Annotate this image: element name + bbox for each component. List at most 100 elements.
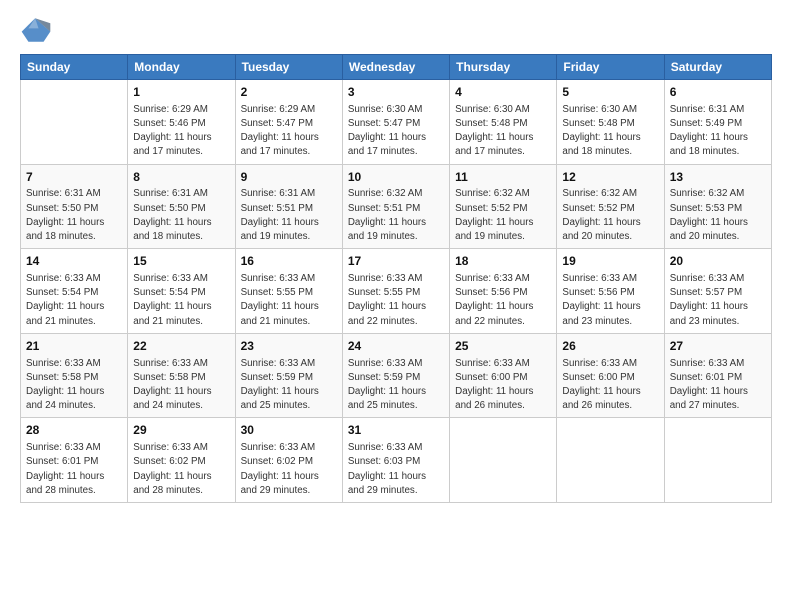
day-number: 31 [348, 422, 444, 439]
day-info: Sunrise: 6:33 AMSunset: 5:59 PMDaylight:… [348, 357, 444, 414]
day-info: Sunrise: 6:31 AMSunset: 5:50 PMDaylight:… [133, 187, 229, 244]
calendar-cell: 3Sunrise: 6:30 AMSunset: 5:47 PMDaylight… [342, 80, 449, 165]
calendar-cell: 9Sunrise: 6:31 AMSunset: 5:51 PMDaylight… [235, 164, 342, 249]
day-info: Sunrise: 6:29 AMSunset: 5:46 PMDaylight:… [133, 103, 229, 160]
day-number: 12 [562, 169, 658, 186]
day-info: Sunrise: 6:33 AMSunset: 5:58 PMDaylight:… [26, 357, 122, 414]
calendar-week-row: 21 Sunrise: 6:33 AMSunset: 5:58 PMDayligh… [21, 333, 772, 418]
day-info: Sunrise: 6:32 AMSunset: 5:52 PMDaylight:… [455, 187, 551, 244]
page: SundayMondayTuesdayWednesdayThursdayFrid… [0, 0, 792, 612]
calendar-cell: 19 Sunrise: 6:33 AMSunset: 5:56 PMDayligh… [557, 249, 664, 334]
day-number: 5 [562, 84, 658, 101]
day-number: 14 [26, 253, 122, 270]
day-number: 19 [562, 253, 658, 270]
day-info: Sunrise: 6:33 AMSunset: 5:54 PMDaylight:… [26, 272, 122, 329]
day-info: Sunrise: 6:31 AMSunset: 5:51 PMDaylight:… [241, 187, 337, 244]
day-number: 23 [241, 338, 337, 355]
day-number: 13 [670, 169, 766, 186]
calendar-cell: 28 Sunrise: 6:33 AMSunset: 6:01 PMDayligh… [21, 418, 128, 503]
day-info: Sunrise: 6:31 AMSunset: 5:49 PMDaylight:… [670, 103, 766, 160]
day-number: 26 [562, 338, 658, 355]
calendar-cell: 1 Sunrise: 6:29 AMSunset: 5:46 PMDaylight… [128, 80, 235, 165]
day-number: 28 [26, 422, 122, 439]
day-info: Sunrise: 6:33 AMSunset: 5:58 PMDaylight:… [133, 357, 229, 414]
header-tuesday: Tuesday [235, 55, 342, 80]
day-info: Sunrise: 6:33 AMSunset: 6:01 PMDaylight:… [670, 357, 766, 414]
calendar-cell: 8Sunrise: 6:31 AMSunset: 5:50 PMDaylight… [128, 164, 235, 249]
day-number: 18 [455, 253, 551, 270]
calendar-header-row: SundayMondayTuesdayWednesdayThursdayFrid… [21, 55, 772, 80]
day-number: 11 [455, 169, 551, 186]
calendar-cell: 27 Sunrise: 6:33 AMSunset: 6:01 PMDayligh… [664, 333, 771, 418]
day-number: 8 [133, 169, 229, 186]
day-info: Sunrise: 6:33 AMSunset: 6:02 PMDaylight:… [133, 441, 229, 498]
calendar-cell: 21 Sunrise: 6:33 AMSunset: 5:58 PMDayligh… [21, 333, 128, 418]
day-info: Sunrise: 6:33 AMSunset: 5:56 PMDaylight:… [455, 272, 551, 329]
day-number: 4 [455, 84, 551, 101]
calendar-week-row: 1 Sunrise: 6:29 AMSunset: 5:46 PMDaylight… [21, 80, 772, 165]
day-number: 1 [133, 84, 229, 101]
calendar-week-row: 7Sunrise: 6:31 AMSunset: 5:50 PMDaylight… [21, 164, 772, 249]
day-number: 25 [455, 338, 551, 355]
day-info: Sunrise: 6:30 AMSunset: 5:48 PMDaylight:… [455, 103, 551, 160]
calendar-cell: 25 Sunrise: 6:33 AMSunset: 6:00 PMDayligh… [450, 333, 557, 418]
header-friday: Friday [557, 55, 664, 80]
header-sunday: Sunday [21, 55, 128, 80]
day-info: Sunrise: 6:33 AMSunset: 5:54 PMDaylight:… [133, 272, 229, 329]
day-info: Sunrise: 6:33 AMSunset: 5:56 PMDaylight:… [562, 272, 658, 329]
logo-icon [20, 16, 52, 44]
calendar-cell: 5 Sunrise: 6:30 AMSunset: 5:48 PMDaylight… [557, 80, 664, 165]
day-number: 27 [670, 338, 766, 355]
calendar-cell: 6 Sunrise: 6:31 AMSunset: 5:49 PMDaylight… [664, 80, 771, 165]
calendar-week-row: 14 Sunrise: 6:33 AMSunset: 5:54 PMDayligh… [21, 249, 772, 334]
header [20, 16, 772, 44]
calendar-table: SundayMondayTuesdayWednesdayThursdayFrid… [20, 54, 772, 503]
calendar-cell: 31 Sunrise: 6:33 AMSunset: 6:03 PMDayligh… [342, 418, 449, 503]
header-monday: Monday [128, 55, 235, 80]
calendar-cell: 30 Sunrise: 6:33 AMSunset: 6:02 PMDayligh… [235, 418, 342, 503]
day-number: 6 [670, 84, 766, 101]
day-number: 20 [670, 253, 766, 270]
calendar-cell [664, 418, 771, 503]
calendar-cell: 16 Sunrise: 6:33 AMSunset: 5:55 PMDayligh… [235, 249, 342, 334]
calendar-cell: 11Sunrise: 6:32 AMSunset: 5:52 PMDayligh… [450, 164, 557, 249]
day-info: Sunrise: 6:33 AMSunset: 6:03 PMDaylight:… [348, 441, 444, 498]
day-number: 21 [26, 338, 122, 355]
calendar-cell: 29 Sunrise: 6:33 AMSunset: 6:02 PMDayligh… [128, 418, 235, 503]
calendar-cell [557, 418, 664, 503]
calendar-cell: 18 Sunrise: 6:33 AMSunset: 5:56 PMDayligh… [450, 249, 557, 334]
day-number: 22 [133, 338, 229, 355]
calendar-cell: 24 Sunrise: 6:33 AMSunset: 5:59 PMDayligh… [342, 333, 449, 418]
day-number: 7 [26, 169, 122, 186]
day-number: 2 [241, 84, 337, 101]
day-number: 24 [348, 338, 444, 355]
calendar-cell: 20 Sunrise: 6:33 AMSunset: 5:57 PMDayligh… [664, 249, 771, 334]
day-info: Sunrise: 6:33 AMSunset: 6:00 PMDaylight:… [455, 357, 551, 414]
day-number: 16 [241, 253, 337, 270]
calendar-cell: 4 Sunrise: 6:30 AMSunset: 5:48 PMDaylight… [450, 80, 557, 165]
day-info: Sunrise: 6:33 AMSunset: 6:00 PMDaylight:… [562, 357, 658, 414]
day-number: 9 [241, 169, 337, 186]
day-number: 29 [133, 422, 229, 439]
calendar-cell: 12Sunrise: 6:32 AMSunset: 5:52 PMDayligh… [557, 164, 664, 249]
day-number: 10 [348, 169, 444, 186]
calendar-cell: 17 Sunrise: 6:33 AMSunset: 5:55 PMDayligh… [342, 249, 449, 334]
day-info: Sunrise: 6:33 AMSunset: 5:57 PMDaylight:… [670, 272, 766, 329]
day-info: Sunrise: 6:33 AMSunset: 6:02 PMDaylight:… [241, 441, 337, 498]
calendar-cell: 22 Sunrise: 6:33 AMSunset: 5:58 PMDayligh… [128, 333, 235, 418]
calendar-cell: 23Sunrise: 6:33 AMSunset: 5:59 PMDayligh… [235, 333, 342, 418]
day-info: Sunrise: 6:31 AMSunset: 5:50 PMDaylight:… [26, 187, 122, 244]
day-number: 30 [241, 422, 337, 439]
day-number: 17 [348, 253, 444, 270]
day-info: Sunrise: 6:32 AMSunset: 5:51 PMDaylight:… [348, 187, 444, 244]
day-info: Sunrise: 6:33 AMSunset: 5:55 PMDaylight:… [348, 272, 444, 329]
day-info: Sunrise: 6:30 AMSunset: 5:48 PMDaylight:… [562, 103, 658, 160]
logo [20, 16, 56, 44]
day-info: Sunrise: 6:33 AMSunset: 5:55 PMDaylight:… [241, 272, 337, 329]
header-thursday: Thursday [450, 55, 557, 80]
day-info: Sunrise: 6:30 AMSunset: 5:47 PMDaylight:… [348, 103, 444, 160]
day-info: Sunrise: 6:32 AMSunset: 5:53 PMDaylight:… [670, 187, 766, 244]
day-info: Sunrise: 6:33 AMSunset: 6:01 PMDaylight:… [26, 441, 122, 498]
calendar-cell: 15Sunrise: 6:33 AMSunset: 5:54 PMDayligh… [128, 249, 235, 334]
header-wednesday: Wednesday [342, 55, 449, 80]
